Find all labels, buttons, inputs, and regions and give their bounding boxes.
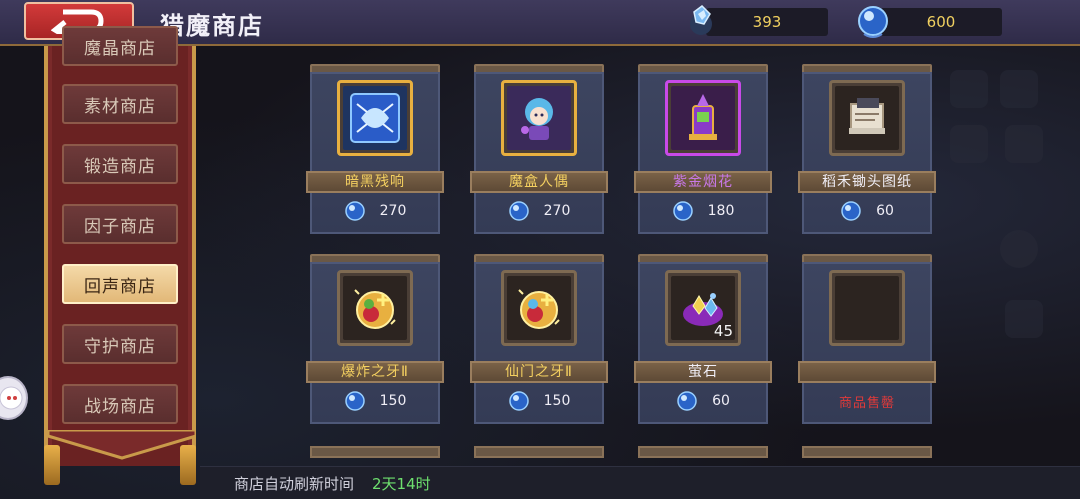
item-price: 180 xyxy=(707,203,735,219)
crystal-count: 600 xyxy=(926,13,956,31)
blue-crystal-orb-icon xyxy=(344,391,365,411)
banner-tip xyxy=(48,430,196,460)
shop-item-card[interactable]: 稻禾锄头图纸 60 xyxy=(798,64,936,234)
dark-echo-icon xyxy=(350,93,400,143)
item-name: 稻禾锄头图纸 xyxy=(798,171,936,193)
sidebar-item-label: 守护商店 xyxy=(84,336,156,357)
item-name: 爆炸之牙Ⅱ xyxy=(306,361,444,383)
shop-item-card[interactable]: 45 萤石 60 xyxy=(634,254,772,424)
item-quantity: 45 xyxy=(713,322,733,340)
item-name: 萤石 xyxy=(634,361,772,383)
refresh-label: 商店自动刷新时间 xyxy=(234,475,355,493)
refresh-footer: 商店自动刷新时间 2天14时 xyxy=(200,466,1080,499)
item-frame xyxy=(665,80,741,156)
item-frame xyxy=(829,270,905,346)
item-price: 270 xyxy=(543,203,571,219)
blue-crystal-orb-icon xyxy=(508,391,529,411)
price-row: 60 xyxy=(638,388,768,414)
shop-item-card[interactable]: 暗黑残响 270 xyxy=(306,64,444,234)
next-row-card-peek xyxy=(802,446,932,458)
blue-crystal-orb-icon xyxy=(508,201,529,221)
banner-tassel-right xyxy=(180,445,196,485)
purple-gold-firework-icon xyxy=(689,94,717,140)
refresh-timer: 2天14时 xyxy=(372,475,431,493)
sidebar-item-label: 锻造商店 xyxy=(84,156,156,177)
item-frame: 45 xyxy=(665,270,741,346)
sidebar-item-battlefield-shop[interactable]: 战场商店 xyxy=(62,384,178,424)
crystal-fragment-icon xyxy=(690,5,712,35)
next-row-card-peek xyxy=(638,446,768,458)
item-name: 仙门之牙Ⅱ xyxy=(470,361,608,383)
banner-tassel-left xyxy=(44,445,60,485)
sidebar-item-label: 因子商店 xyxy=(84,216,156,237)
item-frame xyxy=(337,270,413,346)
sidebar-item-forge-shop[interactable]: 锻造商店 xyxy=(62,144,178,184)
shop-item-card[interactable]: 魔盒人偶 270 xyxy=(470,64,608,234)
shop-item-card[interactable]: 紫金烟花 180 xyxy=(634,64,772,234)
background-decoration xyxy=(1000,230,1038,268)
blue-crystal-orb-icon xyxy=(677,391,697,411)
background-decoration xyxy=(950,70,988,108)
price-row: 150 xyxy=(310,388,440,414)
blue-crystal-orb-icon xyxy=(672,201,693,221)
item-frame xyxy=(501,270,577,346)
next-row-card-peek xyxy=(310,446,440,458)
item-frame xyxy=(829,80,905,156)
immortal-gate-fang-icon xyxy=(518,289,560,329)
background-decoration xyxy=(1005,125,1043,163)
item-frame xyxy=(501,80,577,156)
sidebar-item-factor-shop[interactable]: 因子商店 xyxy=(62,204,178,244)
sidebar-item-material-shop[interactable]: 素材商店 xyxy=(62,84,178,124)
sidebar-item-label: 素材商店 xyxy=(84,96,156,117)
price-row: 150 xyxy=(474,388,604,414)
explosion-fang-icon xyxy=(354,289,396,329)
currency-badge-fragment: 393 xyxy=(706,8,828,36)
sidebar-item-label: 战场商店 xyxy=(84,396,156,417)
item-frame xyxy=(337,80,413,156)
shop-item-card[interactable]: 爆炸之牙Ⅱ 150 xyxy=(306,254,444,424)
price-row: 60 xyxy=(802,198,932,224)
background-decoration xyxy=(1000,70,1038,108)
blue-crystal-orb-icon xyxy=(344,201,365,221)
shop-item-card[interactable]: 仙门之牙Ⅱ 150 xyxy=(470,254,608,424)
price-row: 180 xyxy=(638,198,768,224)
price-row: 商品售罄 xyxy=(802,388,932,414)
currency-badge-crystal: 600 xyxy=(880,8,1002,36)
sidebar-item-label: 魔晶商店 xyxy=(84,38,156,59)
item-name: 暗黑残响 xyxy=(306,171,444,193)
character-face-icon xyxy=(0,386,23,410)
shop-item-card-sold-out[interactable]: 商品售罄 xyxy=(798,254,936,424)
blue-crystal-orb-icon xyxy=(841,201,861,221)
price-row: 270 xyxy=(310,198,440,224)
item-price: 270 xyxy=(379,203,407,219)
item-name: 魔盒人偶 xyxy=(470,171,608,193)
item-price: 60 xyxy=(876,203,894,219)
item-name xyxy=(798,361,936,383)
sidebar-item-echo-shop[interactable]: 回声商店 xyxy=(62,264,178,304)
next-row-card-peek xyxy=(474,446,604,458)
price-row: 270 xyxy=(474,198,604,224)
sidebar-item-label: 回声商店 xyxy=(84,276,156,297)
magic-box-doll-icon xyxy=(521,98,553,140)
sidebar-item-guardian-shop[interactable]: 守护商店 xyxy=(62,324,178,364)
sidebar-item-magic-crystal-shop[interactable]: 魔晶商店 xyxy=(62,26,178,66)
item-price: 150 xyxy=(379,393,407,409)
empty-slot-icon xyxy=(835,276,899,340)
item-price: 150 xyxy=(543,393,571,409)
background-decoration xyxy=(1005,300,1043,338)
item-name: 紫金烟花 xyxy=(634,171,772,193)
blue-crystal-orb-icon xyxy=(858,6,888,38)
fragment-count: 393 xyxy=(752,13,782,31)
hoe-blueprint-icon xyxy=(849,98,885,134)
sold-out-label: 商品售罄 xyxy=(838,395,895,411)
item-price: 60 xyxy=(712,393,730,409)
shop-category-sidebar: 魔晶商店 素材商店 锻造商店 因子商店 回声商店 守护商店 战场商店 xyxy=(44,26,196,466)
background-decoration xyxy=(950,125,988,163)
